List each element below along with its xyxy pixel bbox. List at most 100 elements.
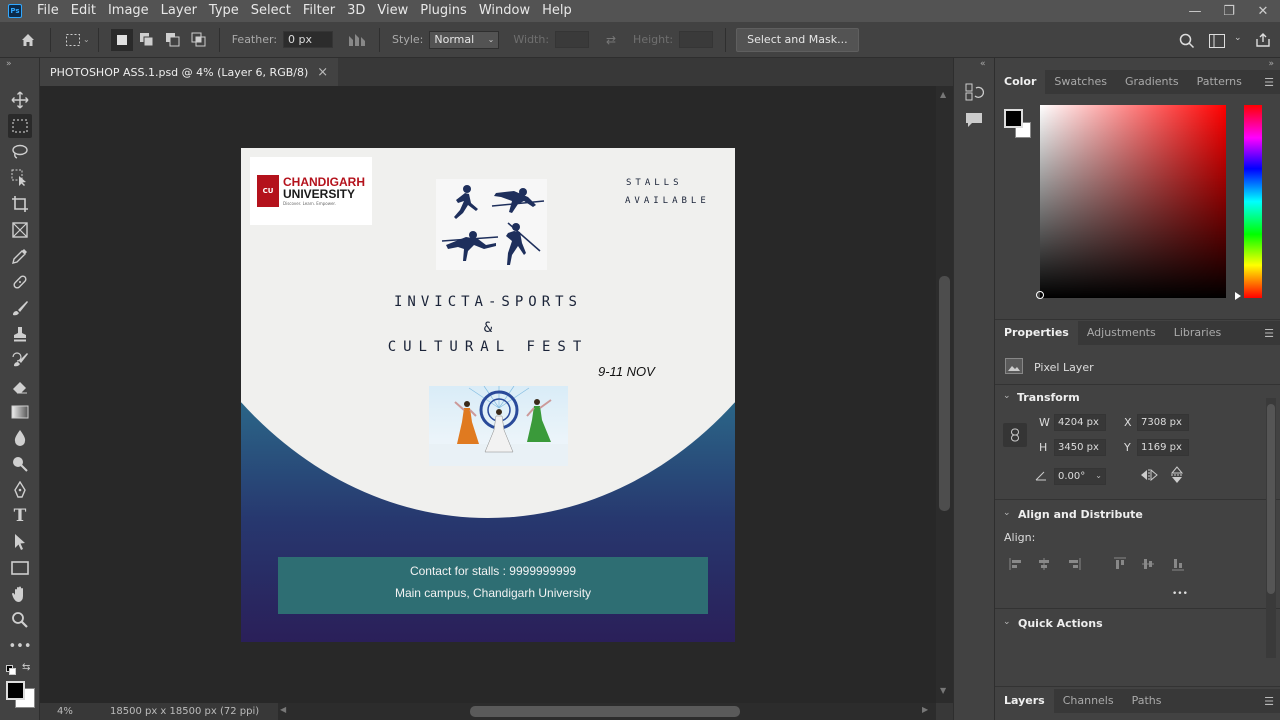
rectangular-marquee-tool-icon[interactable]	[8, 114, 32, 138]
tab-adjustments[interactable]: Adjustments	[1078, 321, 1165, 345]
x-field[interactable]: 7308 px	[1137, 414, 1189, 431]
default-colors-icon[interactable]	[6, 664, 16, 678]
close-tab-icon[interactable]: ×	[317, 65, 328, 80]
zoom-tool-icon[interactable]	[8, 608, 32, 632]
history-brush-tool-icon[interactable]	[8, 348, 32, 372]
restore-button[interactable]: ❐	[1212, 0, 1246, 22]
align-bottom-edges-icon[interactable]	[1171, 557, 1185, 571]
chevron-down-icon[interactable]: ⌄	[83, 35, 90, 44]
transform-section-title[interactable]: Transform	[1017, 391, 1080, 404]
menu-window[interactable]: Window	[473, 0, 536, 22]
height-field[interactable]: 3450 px	[1054, 439, 1106, 456]
new-selection-icon[interactable]	[110, 28, 133, 51]
align-vertical-centers-icon[interactable]	[1141, 557, 1155, 571]
collapse-panel-icon[interactable]: »	[1268, 59, 1274, 69]
style-select[interactable]: Normal ⌄	[429, 30, 500, 49]
vertical-scroll-thumb[interactable]	[939, 276, 950, 511]
horizontal-scroll-thumb[interactable]	[470, 706, 740, 717]
tab-libraries[interactable]: Libraries	[1165, 321, 1231, 345]
foreground-color-swatch[interactable]	[6, 681, 25, 700]
search-icon[interactable]	[1179, 33, 1195, 52]
menu-layer[interactable]: Layer	[155, 0, 203, 22]
menu-file[interactable]: File	[31, 0, 65, 22]
menu-type[interactable]: Type	[203, 0, 245, 22]
menu-help[interactable]: Help	[536, 0, 578, 22]
workspace-icon[interactable]	[1209, 34, 1225, 51]
align-distribute-section-title[interactable]: Align and Distribute	[1018, 508, 1143, 521]
tab-layers[interactable]: Layers	[995, 689, 1054, 713]
swap-colors-icon[interactable]: ⇆	[22, 662, 30, 673]
swap-dimensions-icon[interactable]: ⇄	[603, 32, 619, 48]
subtract-from-selection-icon[interactable]	[165, 32, 181, 48]
tab-channels[interactable]: Channels	[1054, 689, 1123, 713]
pen-tool-icon[interactable]	[8, 478, 32, 502]
scroll-right-icon[interactable]: ▶	[922, 705, 928, 714]
eyedropper-tool-icon[interactable]	[8, 244, 32, 268]
menu-edit[interactable]: Edit	[65, 0, 102, 22]
share-icon[interactable]	[1255, 32, 1271, 51]
history-panel-icon[interactable]	[964, 82, 985, 105]
feather-input[interactable]: 0 px	[283, 31, 334, 48]
menu-select[interactable]: Select	[245, 0, 297, 22]
type-tool-icon[interactable]: T	[8, 504, 32, 528]
properties-scroll-thumb[interactable]	[1267, 404, 1275, 594]
tab-properties[interactable]: Properties	[995, 321, 1078, 345]
intersect-selection-icon[interactable]	[191, 32, 207, 48]
rectangle-tool-icon[interactable]	[8, 556, 32, 580]
align-top-edges-icon[interactable]	[1113, 557, 1127, 571]
home-icon[interactable]	[20, 32, 36, 48]
minimize-button[interactable]: —	[1178, 0, 1212, 22]
select-and-mask-button[interactable]: Select and Mask...	[736, 27, 859, 52]
blur-tool-icon[interactable]	[8, 426, 32, 450]
chevron-down-icon[interactable]: ⌄	[1003, 391, 1011, 401]
object-selection-tool-icon[interactable]	[8, 166, 32, 190]
more-options-icon[interactable]: •••	[1172, 589, 1188, 599]
close-button[interactable]: ✕	[1246, 0, 1280, 22]
lasso-tool-icon[interactable]	[8, 140, 32, 164]
menu-3d[interactable]: 3D	[341, 0, 371, 22]
tab-patterns[interactable]: Patterns	[1188, 70, 1251, 94]
menu-plugins[interactable]: Plugins	[414, 0, 473, 22]
color-picker-cursor[interactable]	[1036, 291, 1044, 299]
horizontal-scrollbar[interactable]: ◀ ▶	[278, 703, 936, 720]
tab-color[interactable]: Color	[995, 70, 1046, 94]
tab-gradients[interactable]: Gradients	[1116, 70, 1188, 94]
angle-field[interactable]: 0.00° ⌄	[1054, 468, 1106, 485]
link-icon[interactable]	[1003, 423, 1027, 447]
quick-actions-section-title[interactable]: Quick Actions	[1018, 617, 1103, 630]
scroll-left-icon[interactable]: ◀	[280, 705, 286, 714]
hand-tool-icon[interactable]	[8, 582, 32, 606]
dodge-tool-icon[interactable]	[8, 452, 32, 476]
align-left-edges-icon[interactable]	[1009, 557, 1023, 571]
clone-stamp-tool-icon[interactable]	[8, 322, 32, 346]
scroll-down-icon[interactable]: ▼	[940, 686, 946, 695]
vertical-scrollbar[interactable]: ▲ ▼	[936, 86, 953, 703]
foreground-color-swatch[interactable]	[1004, 109, 1023, 128]
flip-vertical-icon[interactable]	[1170, 466, 1184, 487]
add-to-selection-icon[interactable]	[139, 32, 155, 48]
scroll-up-icon[interactable]: ▲	[940, 90, 946, 99]
panel-menu-icon[interactable]: ☰	[1264, 695, 1274, 708]
align-horizontal-centers-icon[interactable]	[1037, 557, 1051, 571]
healing-brush-tool-icon[interactable]	[8, 270, 32, 294]
tab-paths[interactable]: Paths	[1123, 689, 1171, 713]
gradient-tool-icon[interactable]	[8, 400, 32, 424]
menu-view[interactable]: View	[371, 0, 414, 22]
menu-filter[interactable]: Filter	[297, 0, 341, 22]
height-input[interactable]	[679, 31, 714, 48]
move-tool-icon[interactable]	[8, 88, 32, 112]
hue-slider-handle[interactable]	[1235, 292, 1241, 300]
chevron-down-icon[interactable]: ⌄	[1003, 508, 1011, 518]
collapse-panel-icon[interactable]: »	[6, 59, 12, 69]
flip-horizontal-icon[interactable]	[1140, 468, 1158, 485]
brush-tool-icon[interactable]	[8, 296, 32, 320]
frame-tool-icon[interactable]	[8, 218, 32, 242]
y-field[interactable]: 1169 px	[1137, 439, 1189, 456]
chevron-down-icon[interactable]: ⌄	[1003, 617, 1011, 627]
rect-marquee-preset-icon[interactable]	[65, 32, 81, 48]
poster-document[interactable]: CU CHANDIGARH UNIVERSITY Discover. Learn…	[241, 148, 735, 642]
document-tab[interactable]: PHOTOSHOP ASS.1.psd @ 4% (Layer 6, RGB/8…	[40, 58, 339, 86]
edit-toolbar-icon[interactable]: •••	[8, 634, 32, 658]
width-input[interactable]	[555, 31, 590, 48]
color-picker-field[interactable]	[1036, 105, 1226, 299]
